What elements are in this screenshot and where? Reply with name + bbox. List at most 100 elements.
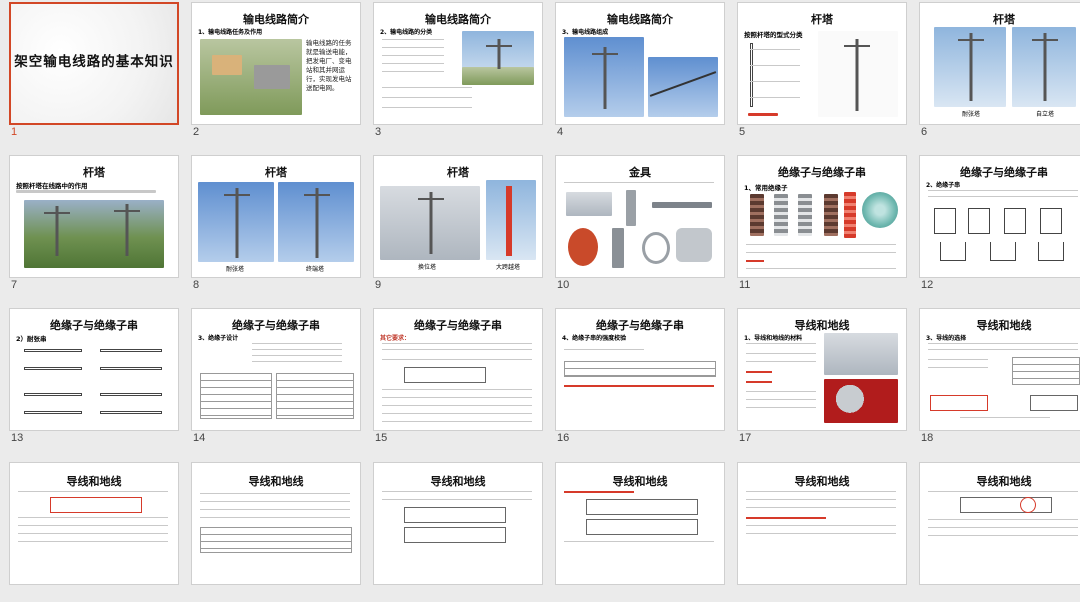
text-line [382,349,532,350]
text-line [746,399,816,400]
slide-title: 绝缘子与绝缘子串 [596,319,684,332]
photo-caption: 换位塔 [418,264,437,271]
slide-thumbnail[interactable]: 输电线路简介 3、输电线路组成 [555,2,725,125]
slide-6[interactable]: 杆塔 耐张塔 自立塔 6 [919,2,1080,142]
strain-diagram [24,367,82,370]
slide-21[interactable]: 导线和地线 [373,462,543,602]
photo-caption: 耐张塔 [962,111,981,118]
text-line [746,361,816,362]
slide-thumbnail[interactable]: 输电线路简介 1、输电线路任务及作用 输电线路的任务就是输送电能，把发电厂、变电… [191,2,361,125]
text-line [382,413,532,414]
slide-13[interactable]: 绝缘子与绝缘子串 2）耐张串 13 [9,308,179,448]
slide-thumbnail[interactable]: 导线和地线 [191,462,361,585]
text-line [382,397,532,398]
slide-thumbnail[interactable]: 绝缘子与绝缘子串 3、绝缘子设计 [191,308,361,431]
photo-caption: 自立塔 [1036,111,1055,118]
text-line [928,367,988,368]
text-line [564,182,714,183]
slide-15[interactable]: 绝缘子与绝缘子串 其它要求： 15 [373,308,543,448]
slide-23[interactable]: 导线和地线 [737,462,907,602]
photo-caption: 耐张塔 [226,266,245,273]
slide-subtitle: 其它要求： [380,335,411,342]
slide-thumbnail[interactable]: 绝缘子与绝缘子串 其它要求： [373,308,543,431]
slide-14[interactable]: 绝缘子与绝缘子串 3、绝缘子设计 14 [191,308,361,448]
slide-12[interactable]: 绝缘子与绝缘子串 2、绝缘子串 12 [919,155,1080,295]
slide-subtitle: 2、绝缘子串 [926,182,961,189]
slide-title: 绝缘子与绝缘子串 [960,166,1048,179]
slide-thumbnail[interactable]: 杆塔 按照杆塔的型式分类 [737,2,907,125]
slide-thumbnail[interactable]: 绝缘子与绝缘子串 4、绝缘子串的强度校验 [555,308,725,431]
text-line [18,525,168,526]
text-line [746,353,816,354]
slide-8[interactable]: 杆塔 耐张塔 终端塔 8 [191,155,361,295]
slide-title: 杆塔 [993,13,1015,26]
slide-thumbnail[interactable]: 杆塔 按照杆塔在线路中的作用 [9,155,179,278]
text-line [928,349,1078,350]
slide-thumbnail[interactable]: 杆塔 换位塔 大跨越塔 [373,155,543,278]
slide-thumbnail[interactable]: 绝缘子与绝缘子串 2、绝缘子串 [919,155,1080,278]
slide-subtitle: 4、绝缘子串的强度校验 [562,335,627,342]
slide-24[interactable]: 导线和地线 [919,462,1080,602]
red-note [746,371,772,373]
slide-17[interactable]: 导线和地线 1、导线和地线的材料 17 [737,308,907,448]
slide-1[interactable]: 架空输电线路的基本知识 1 [9,2,179,142]
text-line [200,509,350,510]
text-line [200,501,350,502]
slide-thumbnail[interactable]: 导线和地线 [373,462,543,585]
slide-20[interactable]: 导线和地线 [191,462,361,602]
formula-box [50,497,142,513]
slide-19[interactable]: 导线和地线 [9,462,179,602]
slide-subtitle: 1、输电线路任务及作用 [198,29,263,36]
slide-2[interactable]: 输电线路简介 1、输电线路任务及作用 输电线路的任务就是输送电能，把发电厂、变电… [191,2,361,142]
slide-number: 1 [11,126,18,138]
slide-thumbnail[interactable]: 绝缘子与绝缘子串 1、常用绝缘子 [737,155,907,278]
slide-11[interactable]: 绝缘子与绝缘子串 1、常用绝缘子 11 [737,155,907,295]
slide-thumbnail[interactable]: 杆塔 耐张塔 终端塔 [191,155,361,278]
text-line [382,359,532,360]
slide-number: 15 [375,432,388,444]
slide-thumbnail[interactable]: 导线和地线 [9,462,179,585]
slide-thumbnail[interactable]: 绝缘子与绝缘子串 2）耐张串 [9,308,179,431]
formula-box [930,395,988,411]
text-line [252,343,342,344]
substation-image [254,65,290,89]
slide-thumbnail[interactable]: 导线和地线 [555,462,725,585]
string-diagram [934,208,956,234]
slide-3[interactable]: 输电线路简介 2、输电线路的分类 3 [373,2,543,142]
slide-thumbnail[interactable]: 导线和地线 [737,462,907,585]
slide-5[interactable]: 杆塔 按照杆塔的型式分类 5 [737,2,907,142]
text-line [382,39,444,40]
text-line [382,421,532,422]
slide-number: 5 [739,126,746,138]
strain-diagram [100,349,162,352]
slide-title: 杆塔 [265,166,287,179]
slide-title: 输电线路简介 [425,13,491,26]
text-line [746,525,896,526]
text-line [960,417,1050,418]
text-line [746,391,816,392]
text-line [746,252,896,253]
insulator-image [824,194,838,236]
slide-thumbnail[interactable]: 杆塔 耐张塔 自立塔 [919,2,1080,125]
slide-thumbnail[interactable]: 架空输电线路的基本知识 [9,2,179,125]
text-line [382,107,472,108]
slide-thumbnail[interactable]: 导线和地线 [919,462,1080,585]
string-diagram [1004,208,1026,234]
slide-thumbnail[interactable]: 输电线路简介 2、输电线路的分类 [373,2,543,125]
slide-7[interactable]: 杆塔 按照杆塔在线路中的作用 7 [9,155,179,295]
slide-9[interactable]: 杆塔 换位塔 大跨越塔 9 [373,155,543,295]
text-line [746,268,896,269]
slide-thumbnail[interactable]: 金具 [555,155,725,278]
tower-photo [24,200,164,268]
slide-22[interactable]: 导线和地线 [555,462,725,602]
tower-shape [418,192,444,254]
slide-18[interactable]: 导线和地线 3、导线的选择 18 [919,308,1080,448]
slide-title: 金具 [629,166,651,179]
slide-16[interactable]: 绝缘子与绝缘子串 4、绝缘子串的强度校验 16 [555,308,725,448]
text-line [18,533,168,534]
slide-thumbnail[interactable]: 导线和地线 1、导线和地线的材料 [737,308,907,431]
slide-4[interactable]: 输电线路简介 3、输电线路组成 4 [555,2,725,142]
slide-thumbnail[interactable]: 导线和地线 3、导线的选择 [919,308,1080,431]
slide-10[interactable]: 金具 10 [555,155,725,295]
slide-number: 12 [921,279,934,291]
